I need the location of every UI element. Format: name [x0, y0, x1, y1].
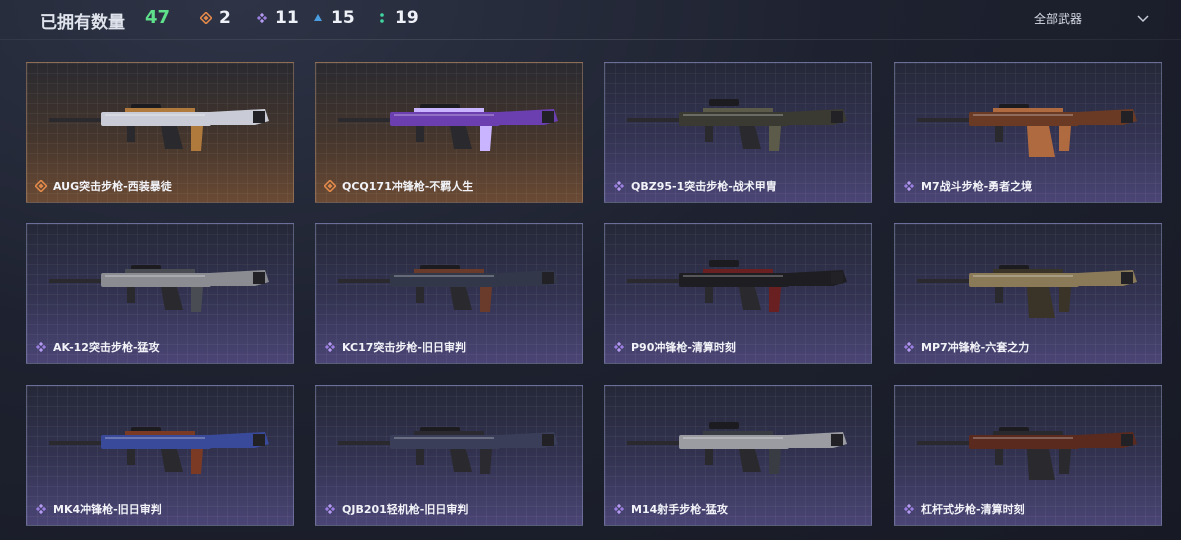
weapon-image	[627, 99, 847, 151]
weapon-card[interactable]: QCQ171冲锋枪-不羁人生	[315, 62, 583, 203]
weapon-name-row: QJB201轻机枪-旧日审判	[324, 501, 468, 517]
weapon-name: QJB201轻机枪-旧日审判	[342, 503, 469, 516]
weapon-name-row: QCQ171冲锋枪-不羁人生	[324, 178, 473, 194]
weapon-name: MP7冲锋枪-六套之力	[921, 341, 1030, 354]
weapon-image	[627, 422, 847, 474]
weapon-name-row: 杠杆式步枪-清算时刻	[903, 501, 1025, 517]
weapon-name-row: AUG突击步枪-西装暴徒	[35, 178, 172, 194]
weapon-image	[338, 427, 558, 474]
weapon-card[interactable]: AK-12突击步枪-猛攻	[26, 223, 294, 364]
purple-diamond-icon	[324, 503, 336, 515]
weapon-name: 杠杆式步枪-清算时刻	[921, 503, 1025, 516]
weapon-name: AUG突击步枪-西装暴徒	[53, 180, 172, 193]
purple-diamond-icon	[35, 341, 47, 353]
weapon-name: MK4冲锋枪-旧日审判	[53, 503, 162, 516]
orange-diamond-icon	[324, 180, 336, 192]
weapon-name: QBZ95-1突击步枪-战术甲胄	[631, 180, 777, 193]
weapon-card[interactable]: MP7冲锋枪-六套之力	[894, 223, 1162, 364]
weapon-card[interactable]: MK4冲锋枪-旧日审判	[26, 385, 294, 526]
purple-diamond-icon	[35, 503, 47, 515]
weapon-name: M7战斗步枪-勇者之境	[921, 180, 1033, 193]
purple-diamond-icon	[903, 341, 915, 353]
weapon-image	[917, 265, 1137, 318]
weapon-card[interactable]: 杠杆式步枪-清算时刻	[894, 385, 1162, 526]
weapon-image	[49, 104, 269, 151]
weapon-name: AK-12突击步枪-猛攻	[53, 341, 160, 354]
weapon-name-row: MK4冲锋枪-旧日审判	[35, 501, 162, 517]
weapon-name-row: M7战斗步枪-勇者之境	[903, 178, 1032, 194]
weapon-name: KC17突击步枪-旧日审判	[342, 341, 466, 354]
weapon-image	[49, 265, 269, 312]
weapon-card[interactable]: QBZ95-1突击步枪-战术甲胄	[604, 62, 872, 203]
weapon-image	[49, 427, 269, 474]
weapon-grid: AUG突击步枪-西装暴徒 QCQ171冲锋枪-不羁人生 QBZ95-1突击步枪-战术…	[0, 0, 1181, 540]
purple-diamond-icon	[613, 341, 625, 353]
purple-diamond-icon	[324, 341, 336, 353]
weapon-name-row: MP7冲锋枪-六套之力	[903, 339, 1029, 355]
weapon-card[interactable]: AUG突击步枪-西装暴徒	[26, 62, 294, 203]
weapon-name: P90冲锋枪-清算时刻	[631, 341, 736, 354]
weapon-card[interactable]: M7战斗步枪-勇者之境	[894, 62, 1162, 203]
weapon-image	[338, 104, 558, 151]
weapon-image	[338, 265, 558, 312]
purple-diamond-icon	[903, 180, 915, 192]
weapon-image	[627, 260, 847, 312]
weapon-card[interactable]: M14射手步枪-猛攻	[604, 385, 872, 526]
weapon-name-row: M14射手步枪-猛攻	[613, 501, 728, 517]
weapon-name-row: QBZ95-1突击步枪-战术甲胄	[613, 178, 777, 194]
weapon-name-row: AK-12突击步枪-猛攻	[35, 339, 160, 355]
weapon-name: M14射手步枪-猛攻	[631, 503, 728, 516]
weapon-name: QCQ171冲锋枪-不羁人生	[342, 180, 474, 193]
weapon-card[interactable]: QJB201轻机枪-旧日审判	[315, 385, 583, 526]
weapon-image	[917, 427, 1137, 480]
weapon-card[interactable]: P90冲锋枪-清算时刻	[604, 223, 872, 364]
weapon-name-row: P90冲锋枪-清算时刻	[613, 339, 736, 355]
weapon-name-row: KC17突击步枪-旧日审判	[324, 339, 466, 355]
orange-diamond-icon	[35, 180, 47, 192]
purple-diamond-icon	[613, 503, 625, 515]
weapon-card[interactable]: KC17突击步枪-旧日审判	[315, 223, 583, 364]
purple-diamond-icon	[903, 503, 915, 515]
weapon-image	[917, 104, 1137, 157]
purple-diamond-icon	[613, 180, 625, 192]
